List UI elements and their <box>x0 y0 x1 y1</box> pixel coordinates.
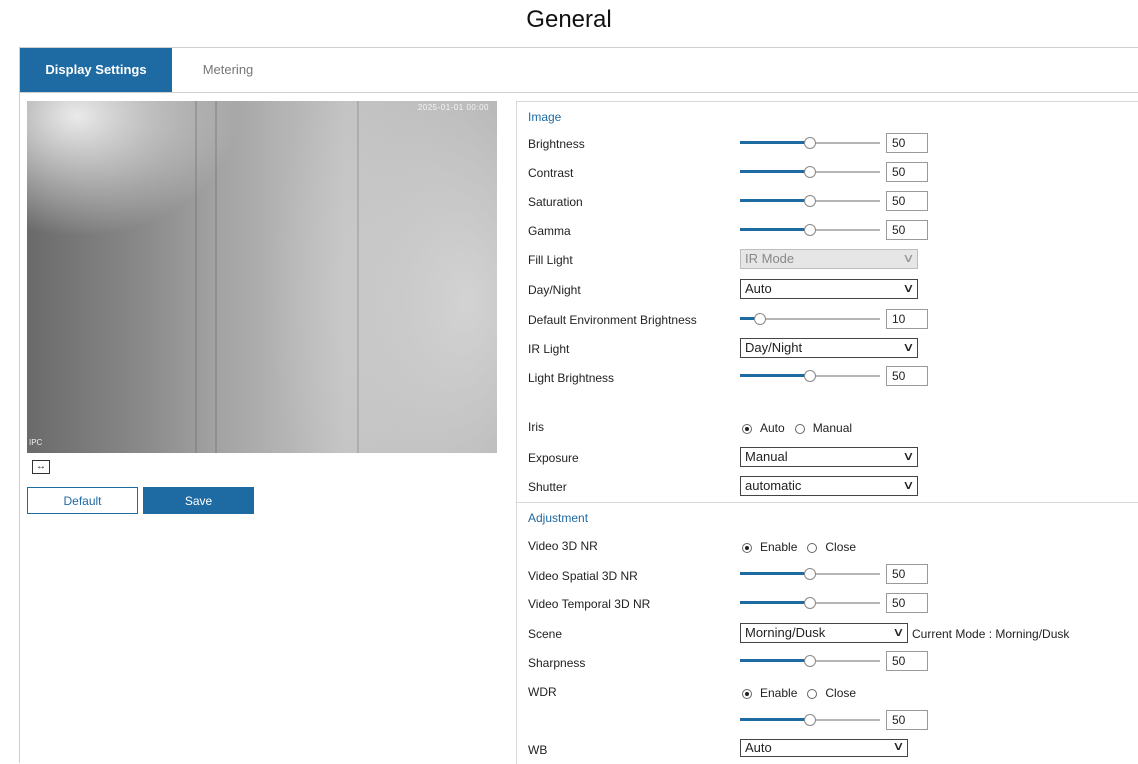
save-button[interactable]: Save <box>143 487 254 514</box>
section-divider <box>517 502 1138 503</box>
shutter-label: Shutter <box>528 480 567 494</box>
preview-timestamp: 2025-01-01 00:00 <box>417 103 489 112</box>
live-preview[interactable]: 2025-01-01 00:00 IPC <box>27 101 497 453</box>
video-3d-nr-radio-group: Enable Close <box>742 540 856 554</box>
page-title: General <box>526 6 612 33</box>
light-brightness-slider[interactable] <box>740 370 880 382</box>
day-night-label: Day/Night <box>528 283 581 297</box>
gamma-value-input[interactable]: 50 <box>886 220 928 240</box>
gamma-slider[interactable] <box>740 224 880 236</box>
preview-channel-name: IPC <box>29 438 43 447</box>
contrast-value-input[interactable]: 50 <box>886 162 928 182</box>
section-heading-adjustment: Adjustment <box>528 511 589 525</box>
shutter-select[interactable]: automatic ∨ <box>740 476 918 496</box>
spatial-nr-slider[interactable] <box>740 568 880 580</box>
saturation-label: Saturation <box>528 195 583 209</box>
brightness-slider[interactable] <box>740 137 880 149</box>
wdr-close-label: Close <box>825 686 857 700</box>
preview-streak <box>357 101 359 453</box>
video-3d-nr-label: Video 3D NR <box>528 539 598 553</box>
chevron-down-icon: ∨ <box>902 251 915 265</box>
brightness-label: Brightness <box>528 137 585 151</box>
env-brightness-slider[interactable] <box>740 313 880 325</box>
exposure-value: Manual <box>745 449 788 464</box>
spatial-nr-label: Video Spatial 3D NR <box>528 569 638 583</box>
wb-label: WB <box>528 743 548 757</box>
chevron-down-icon: ∨ <box>902 340 915 354</box>
light-brightness-label: Light Brightness <box>528 371 615 385</box>
fill-light-label: Fill Light <box>528 253 573 267</box>
wdr-close-radio[interactable] <box>807 689 818 699</box>
ir-light-label: IR Light <box>528 342 570 356</box>
exposure-label: Exposure <box>528 451 579 465</box>
scene-value: Morning/Dusk <box>745 625 826 640</box>
shutter-value: automatic <box>745 478 802 493</box>
ir-light-select[interactable]: Day/Night ∨ <box>740 338 918 358</box>
day-night-value: Auto <box>745 281 772 296</box>
wdr-enable-label: Enable <box>760 686 798 700</box>
saturation-slider[interactable] <box>740 195 880 207</box>
tab-bar: Display Settings Metering <box>20 48 1138 93</box>
contrast-label: Contrast <box>528 166 574 180</box>
sharpness-label: Sharpness <box>528 656 586 670</box>
sharpness-slider[interactable] <box>740 655 880 667</box>
contrast-slider[interactable] <box>740 166 880 178</box>
exposure-select[interactable]: Manual ∨ <box>740 447 918 467</box>
wdr-label: WDR <box>528 685 557 699</box>
default-button[interactable]: Default <box>27 487 138 514</box>
chevron-down-icon: ∨ <box>902 449 915 463</box>
iris-auto-radio[interactable] <box>742 424 752 434</box>
ir-light-value: Day/Night <box>745 340 803 355</box>
chevron-down-icon: ∨ <box>892 739 905 753</box>
saturation-value-input[interactable]: 50 <box>886 191 928 211</box>
iris-auto-label: Auto <box>760 421 785 435</box>
video-3d-nr-enable-radio[interactable] <box>742 543 752 553</box>
iris-manual-label: Manual <box>812 421 853 435</box>
fill-light-value: IR Mode <box>745 251 795 266</box>
video-3d-nr-close-label: Close <box>825 540 857 554</box>
env-brightness-label: Default Environment Brightness <box>528 313 697 327</box>
wdr-level-slider[interactable] <box>740 714 880 726</box>
current-mode-text: Current Mode : Morning/Dusk <box>912 627 1070 641</box>
spatial-nr-value-input[interactable]: 50 <box>886 564 928 584</box>
preview-streak <box>195 101 197 453</box>
tab-metering[interactable]: Metering <box>178 48 278 92</box>
chevron-down-icon: ∨ <box>902 281 915 295</box>
tab-display-settings[interactable]: Display Settings <box>20 48 172 92</box>
video-3d-nr-close-radio[interactable] <box>807 543 818 553</box>
sharpness-value-input[interactable]: 50 <box>886 651 928 671</box>
chevron-down-icon: ∨ <box>892 625 905 639</box>
day-night-select[interactable]: Auto ∨ <box>740 279 918 299</box>
wdr-radio-group: Enable Close <box>742 686 856 700</box>
gamma-label: Gamma <box>528 224 571 238</box>
light-brightness-value-input[interactable]: 50 <box>886 366 928 386</box>
iris-radio-group: Auto Manual <box>742 421 852 435</box>
fit-window-icon[interactable]: ↔ <box>32 460 50 474</box>
wb-select[interactable]: Auto ∨ <box>740 739 908 757</box>
wdr-level-value-input[interactable]: 50 <box>886 710 928 730</box>
env-brightness-value-input[interactable]: 10 <box>886 309 928 329</box>
wdr-enable-radio[interactable] <box>742 689 752 699</box>
temporal-nr-label: Video Temporal 3D NR <box>528 597 651 611</box>
chevron-down-icon: ∨ <box>902 478 915 492</box>
frame-border-left <box>19 47 20 763</box>
temporal-nr-value-input[interactable]: 50 <box>886 593 928 613</box>
fill-light-select[interactable]: IR Mode ∨ <box>740 249 918 269</box>
scene-label: Scene <box>528 627 563 641</box>
iris-label: Iris <box>528 420 544 434</box>
temporal-nr-slider[interactable] <box>740 597 880 609</box>
iris-manual-radio[interactable] <box>794 424 805 434</box>
wb-value: Auto <box>745 740 772 755</box>
brightness-value-input[interactable]: 50 <box>886 133 928 153</box>
section-heading-image: Image <box>528 110 562 124</box>
video-3d-nr-enable-label: Enable <box>760 540 798 554</box>
scene-select[interactable]: Morning/Dusk ∨ <box>740 623 908 643</box>
preview-streak <box>215 101 217 453</box>
